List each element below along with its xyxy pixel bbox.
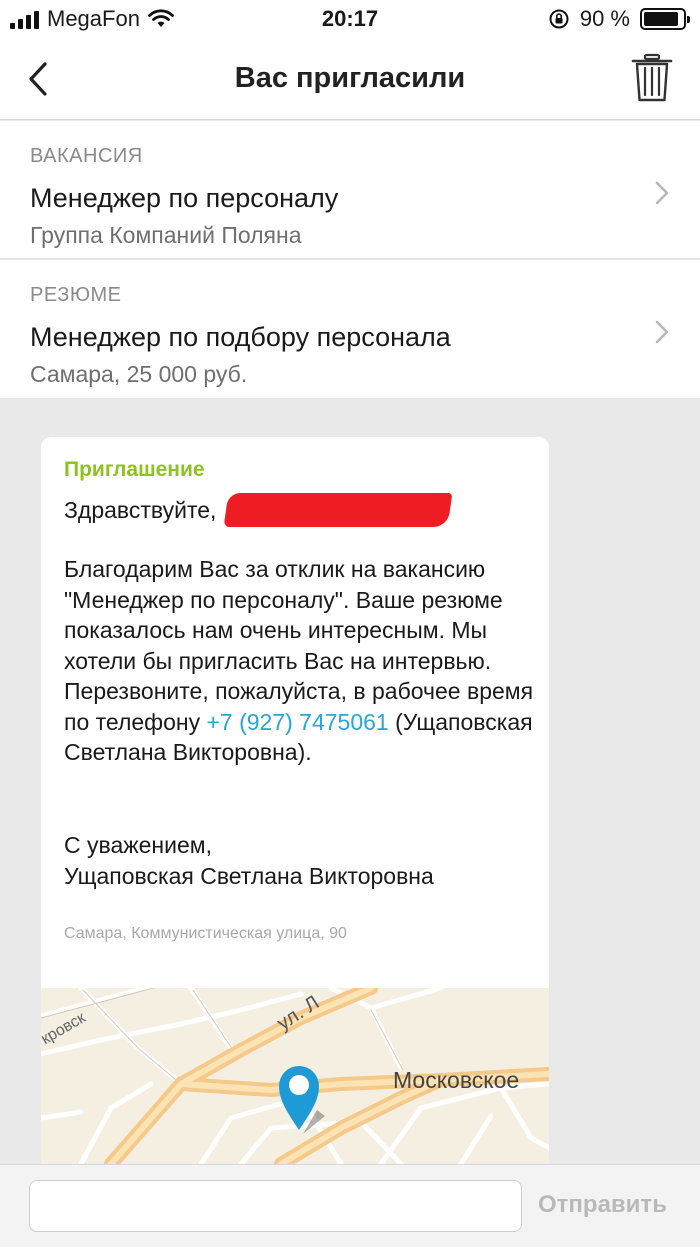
chat-area[interactable]: Приглашение Здравствуйте, Благодарим Вас… [0,398,700,1164]
message-address: Самара, Коммунистическая улица, 90 [64,925,347,942]
message-input-bar: Отправить [0,1164,700,1247]
chevron-right-icon [655,181,669,205]
redacted-name [224,493,453,527]
vacancy-title: Менеджер по персоналу [30,183,339,213]
vacancy-company: Группа Компаний Поляна [30,222,302,248]
message-signature: С уважением, Ущаповская Светлана Викторо… [64,830,434,891]
battery-level-fill [644,12,679,26]
status-right: 90 % [548,6,690,32]
battery-icon [640,8,690,30]
status-bar: MegaFon 20:17 90 % [0,0,700,40]
resume-label: РЕЗЮМЕ [30,284,122,306]
delete-button[interactable] [630,52,674,104]
map-label-moskovskoe: Московское [393,1067,519,1093]
message-title: Приглашение [64,458,205,481]
page-title: Вас пригласили [234,62,466,94]
map-graphic: кровск ул. Л Московское [41,988,549,1164]
vacancy-label: ВАКАНСИЯ [30,145,143,167]
message-body: Благодарим Вас за отклик на вакансию "Ме… [64,554,544,768]
resume-details: Самара, 25 000 руб. [30,361,248,387]
invitation-message: Приглашение Здравствуйте, Благодарим Вас… [41,437,549,988]
trash-icon [631,53,673,102]
navigation-bar: Вас пригласили [0,40,700,120]
orientation-lock-icon [549,9,569,29]
signature-greeting: С уважением, [64,832,212,858]
resume-title: Менеджер по подбору персонала [30,322,451,352]
send-button[interactable]: Отправить [538,1191,667,1219]
message-input[interactable] [29,1180,522,1232]
location-map[interactable]: кровск ул. Л Московское [41,988,549,1164]
signature-name: Ущаповская Светлана Викторовна [64,862,434,889]
vacancy-row[interactable]: ВАКАНСИЯ Менеджер по персоналу Группа Ко… [0,121,700,259]
message-greeting: Здравствуйте, [64,493,453,527]
chevron-right-icon [655,320,669,344]
resume-row[interactable]: РЕЗЮМЕ Менеджер по подбору персонала Сам… [0,260,700,398]
greeting-text: Здравствуйте, [64,496,217,523]
battery-percent: 90 % [579,6,630,31]
phone-link[interactable]: +7 (927) 7475061 [206,709,388,735]
